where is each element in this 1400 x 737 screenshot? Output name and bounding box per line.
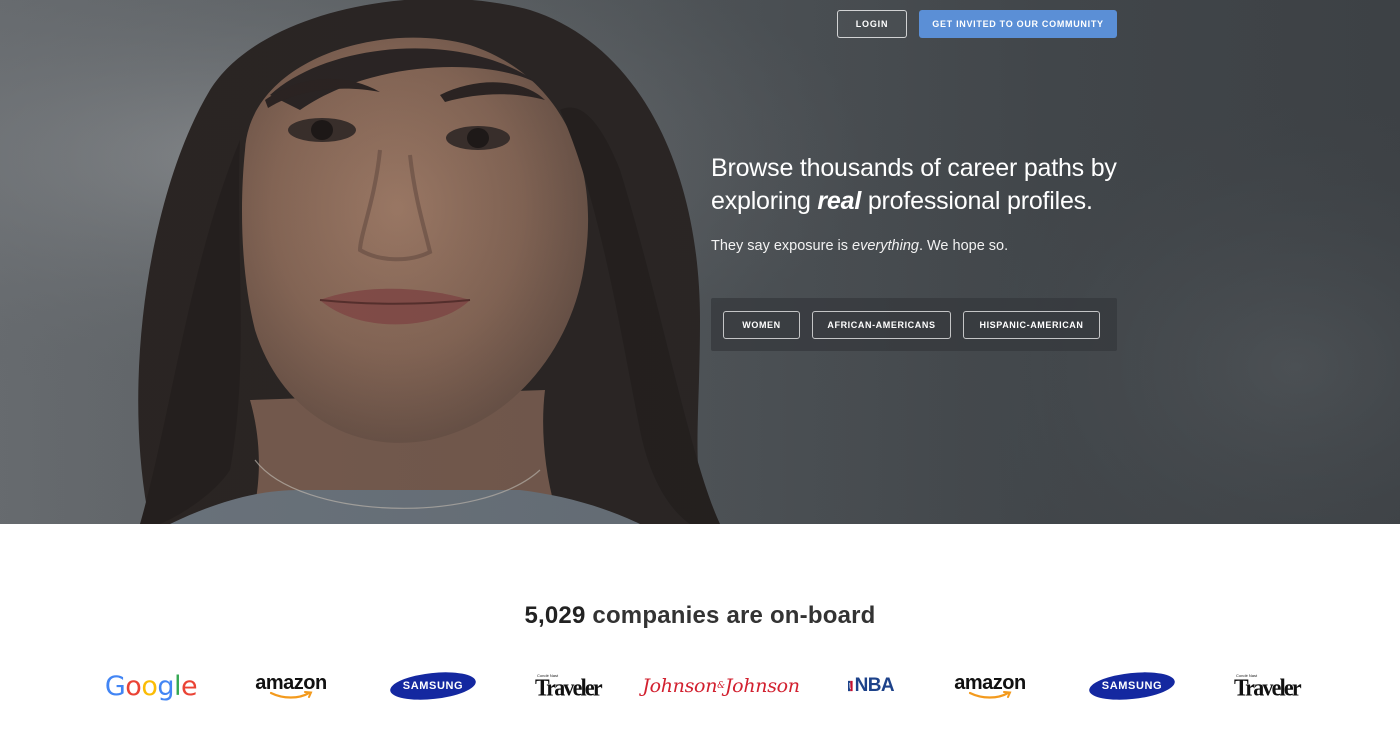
amazon-smile-icon xyxy=(269,690,313,699)
samsung-wordmark: SAMSUNG xyxy=(402,680,464,692)
traveler-wordmark: Traveler xyxy=(535,673,603,702)
filter-women-button[interactable]: WOMEN xyxy=(723,310,800,339)
amazon-logo: amazon xyxy=(954,666,1026,706)
hero-overlay xyxy=(0,0,1400,524)
samsung-wordmark: SAMSUNG xyxy=(1101,680,1163,692)
headline-emphasis: real xyxy=(817,187,862,215)
profile-filter-panel: WOMEN AFRICAN-AMERICANS HISPANIC-AMERICA… xyxy=(711,298,1117,351)
subline-text-1: They say exposure is xyxy=(711,238,853,254)
filter-african-americans-button[interactable]: AFRICAN-AMERICANS xyxy=(812,310,951,339)
hero-headline: Browse thousands of career paths by expl… xyxy=(711,152,1131,218)
top-navigation: LOGIN GET INVITED TO OUR COMMUNITY xyxy=(837,10,1117,38)
companies-count-suffix: companies are on-board xyxy=(585,602,876,629)
amazon-smile-icon xyxy=(968,690,1012,699)
subline-text-2: . We hope so. xyxy=(918,238,1009,254)
johnson-johnson-logo: Johnson & Johnson xyxy=(642,675,800,697)
samsung-logo: SAMSUNG xyxy=(1087,666,1177,706)
hero-copy: Browse thousands of career paths by expl… xyxy=(711,152,1131,254)
login-button[interactable]: LOGIN xyxy=(837,10,907,38)
nba-wordmark: NBA xyxy=(854,675,895,696)
headline-text-2: professional profiles. xyxy=(861,187,1093,215)
traveler-wordmark: Traveler xyxy=(1234,673,1302,702)
nba-logoman-icon xyxy=(848,680,853,692)
companies-section: 5,029 companies are on-board Google amaz… xyxy=(0,524,1400,737)
filter-hispanic-american-button[interactable]: HISPANIC-AMERICAN xyxy=(963,310,1100,339)
amazon-logo: amazon xyxy=(255,666,327,706)
company-logo-row: Google amazon SAMSUNG Condé Nast Travele… xyxy=(0,666,1400,706)
google-logo: Google xyxy=(104,670,198,702)
conde-nast-traveler-logo: Condé Nast Traveler xyxy=(535,666,603,706)
amazon-wordmark: amazon xyxy=(954,671,1026,694)
companies-count: 5,029 xyxy=(524,602,586,629)
nba-logo: NBA xyxy=(848,666,895,706)
hero-section: LOGIN GET INVITED TO OUR COMMUNITY Brows… xyxy=(0,0,1400,524)
subline-emphasis: everything xyxy=(852,238,919,254)
get-invited-button[interactable]: GET INVITED TO OUR COMMUNITY xyxy=(919,10,1117,38)
hero-subline: They say exposure is everything. We hope… xyxy=(711,238,1131,254)
amazon-wordmark: amazon xyxy=(255,671,327,694)
companies-count-heading: 5,029 companies are on-board xyxy=(0,602,1400,630)
samsung-logo: SAMSUNG xyxy=(388,666,478,706)
conde-nast-traveler-logo: Condé Nast Traveler xyxy=(1234,666,1302,706)
